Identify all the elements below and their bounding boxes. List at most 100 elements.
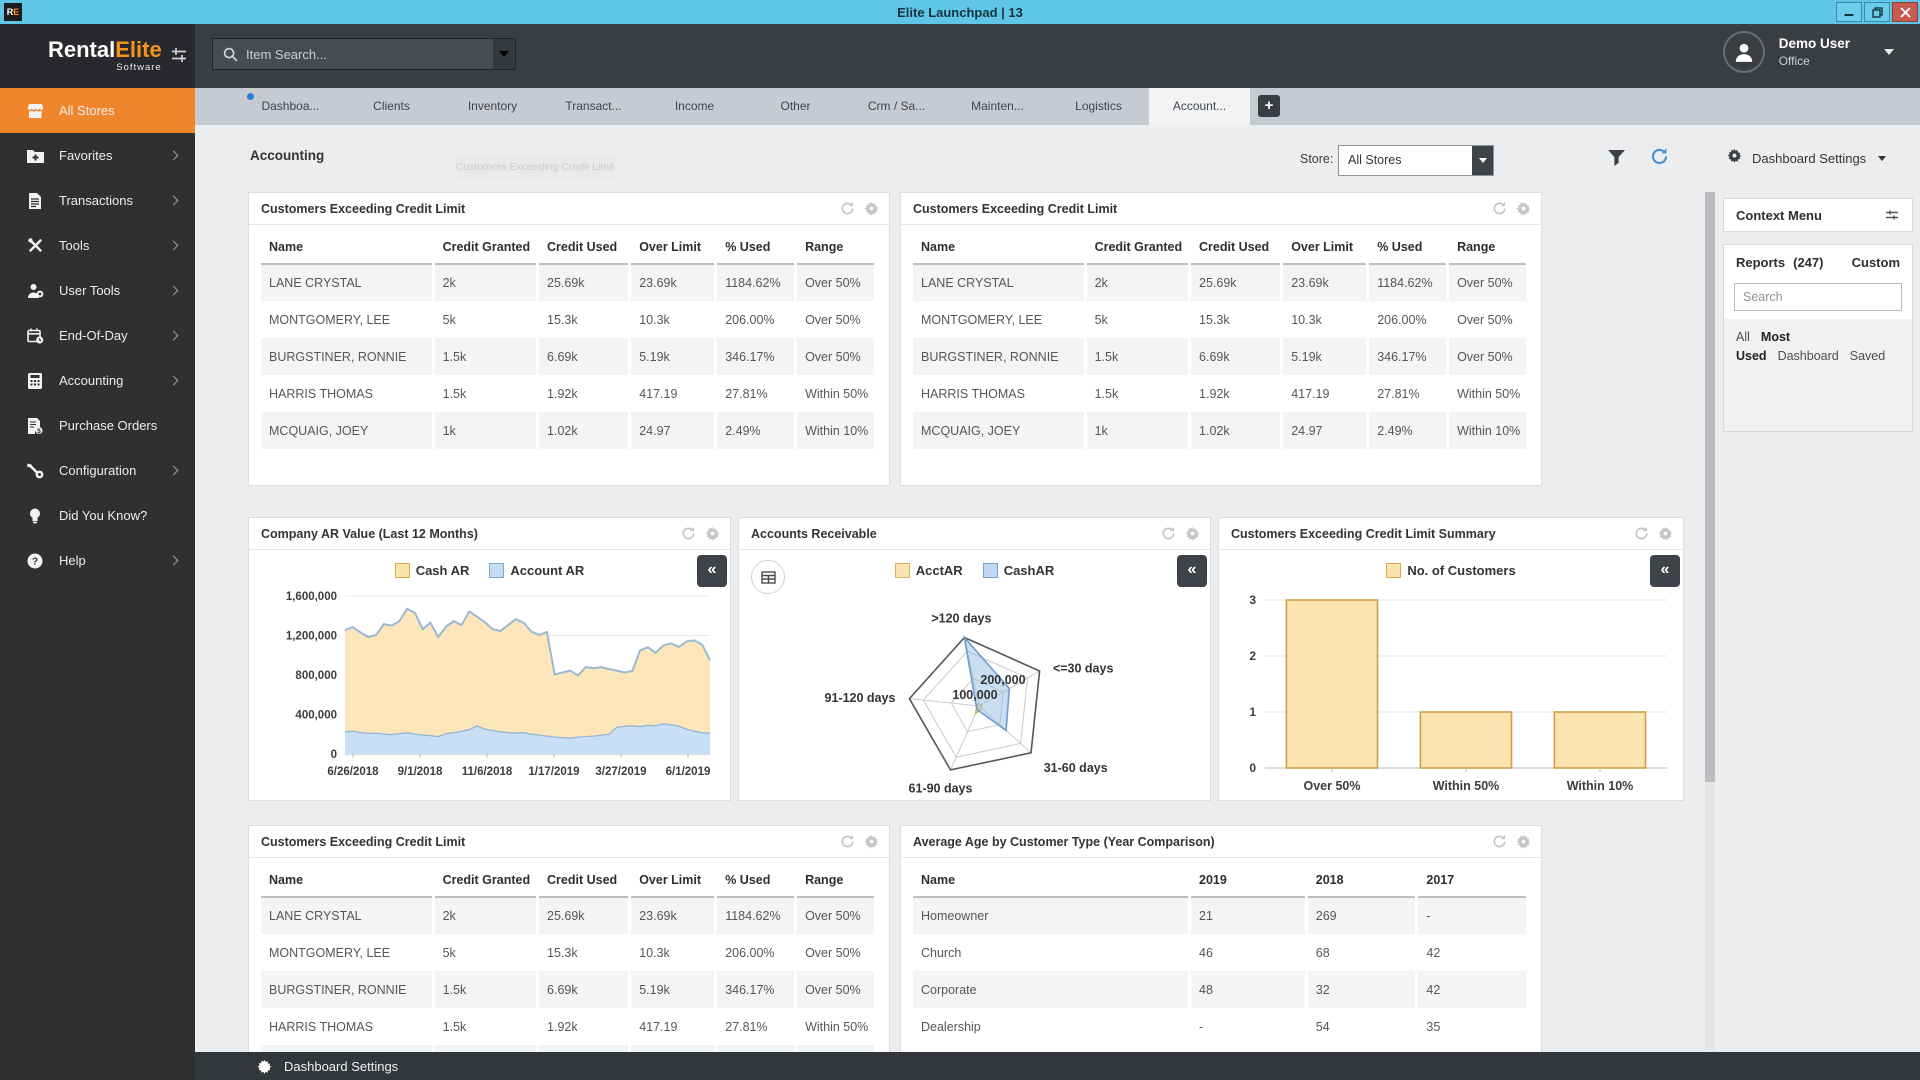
column-header[interactable]: % Used [715, 229, 798, 265]
tab-inventory[interactable]: Inventory [442, 88, 543, 125]
column-header[interactable]: Credit Used [1189, 229, 1284, 265]
column-header[interactable]: Credit Used [537, 862, 632, 898]
table-view-toggle-button[interactable] [751, 560, 785, 594]
table-row[interactable]: LANE CRYSTAL 2k 25.69k 23.69k 1184.62% Over 5… [261, 897, 877, 934]
table-row[interactable]: LANE CRYSTAL 2k 25.69k 23.69k 1184.62% Over 5… [913, 264, 1529, 301]
sidebar-item-did-you-know[interactable]: Did You Know? [0, 493, 195, 538]
table-row[interactable]: Church 46 68 42 [913, 934, 1529, 971]
context-menu-options-icon[interactable] [1884, 209, 1900, 221]
refresh-icon[interactable] [1650, 147, 1669, 166]
widget-refresh-icon[interactable] [840, 201, 855, 216]
store-select-button[interactable] [1472, 146, 1493, 175]
scrollbar-thumb[interactable] [1705, 192, 1715, 782]
column-header[interactable]: Range [795, 862, 877, 898]
dashboard-settings-gear-icon[interactable] [1727, 148, 1742, 163]
collapse-button[interactable]: « [1650, 555, 1680, 587]
filter-all[interactable]: All [1736, 330, 1750, 344]
widget-gear-icon[interactable] [864, 201, 879, 216]
tab-logistics[interactable]: Logistics [1048, 88, 1149, 125]
table-row[interactable]: Dealership -54 35 [913, 1008, 1529, 1045]
column-header[interactable]: Over Limit [629, 229, 718, 265]
table-row[interactable]: Homeowner 21 269- [913, 897, 1529, 934]
tab-account[interactable]: Account... [1149, 88, 1250, 125]
column-header[interactable]: Credit Granted [1085, 229, 1192, 265]
table-row[interactable]: LANE CRYSTAL 2k 25.69k 23.69k 1184.62% Over 5… [261, 264, 877, 301]
column-header[interactable]: 2018 [1306, 862, 1419, 898]
table-row[interactable]: HARRIS THOMAS 1.5k 1.92k 417.19 27.81% Within… [261, 375, 877, 412]
table-row[interactable]: HARRIS THOMAS 1.5k 1.92k 417.19 27.81% Within… [913, 375, 1529, 412]
column-header[interactable]: Name [261, 229, 435, 265]
column-header[interactable]: % Used [1367, 229, 1450, 265]
sidebar-toggle-icon[interactable] [170, 48, 188, 62]
column-header[interactable]: Credit Granted [433, 862, 540, 898]
widget-refresh-icon[interactable] [1492, 834, 1507, 849]
widget-refresh-icon[interactable] [1161, 526, 1176, 541]
table-row[interactable]: MCQUAIG, JOEY1k1.02k24.972.49%Within 10% [261, 412, 877, 449]
minimize-button[interactable] [1836, 2, 1862, 22]
column-header[interactable]: Credit Used [537, 229, 632, 265]
collapse-button[interactable]: « [1177, 555, 1207, 587]
reports-search-input[interactable] [1734, 283, 1902, 311]
column-header[interactable]: Over Limit [629, 862, 718, 898]
column-header[interactable]: Range [1447, 229, 1529, 265]
sidebar-item-user-tools[interactable]: User Tools [0, 268, 195, 313]
tab-mainten[interactable]: Mainten... [947, 88, 1048, 125]
table-row[interactable]: BURGSTINER, RONNIE 1.5k 6.69k 5.19k 346.17% O… [261, 338, 877, 375]
column-header[interactable]: 2019 [1189, 862, 1308, 898]
sidebar-item-tools[interactable]: Tools [0, 223, 195, 268]
dashboard-settings-gear-icon[interactable] [257, 1059, 272, 1074]
filter-saved[interactable]: Saved [1850, 349, 1885, 363]
table-row[interactable]: BURGSTINER, RONNIE 1.5k 6.69k 5.19k 346.17% O… [913, 338, 1529, 375]
dashboard-settings-button[interactable]: Dashboard Settings [1752, 151, 1866, 166]
tab-income[interactable]: Income [644, 88, 745, 125]
widget-refresh-icon[interactable] [681, 526, 696, 541]
widget-refresh-icon[interactable] [840, 834, 855, 849]
restore-button[interactable] [1864, 2, 1890, 22]
content-scrollbar[interactable] [1705, 192, 1715, 1050]
tab-dashboa[interactable]: Dashboa... [240, 88, 341, 125]
widget-refresh-icon[interactable] [1492, 201, 1507, 216]
sidebar-item-favorites[interactable]: Favorites [0, 133, 195, 178]
sidebar-item-purchase-orders[interactable]: $ Purchase Orders [0, 403, 195, 448]
sidebar-item-all-stores[interactable]: All Stores [0, 88, 195, 133]
bottom-dashboard-settings[interactable]: Dashboard Settings [284, 1059, 398, 1074]
tab-crm-sa[interactable]: Crm / Sa... [846, 88, 947, 125]
column-header[interactable]: Name [913, 229, 1087, 265]
tab-clients[interactable]: Clients [341, 88, 442, 125]
reports-tab[interactable]: Reports [1736, 255, 1785, 270]
filter-icon[interactable] [1608, 150, 1625, 166]
column-header[interactable]: 2017 [1416, 862, 1529, 898]
widget-refresh-icon[interactable] [1634, 526, 1649, 541]
table-row[interactable]: HARRIS THOMAS 1.5k 1.92k 417.19 27.81% Within… [261, 1008, 877, 1045]
table-row[interactable]: MCQUAIG, JOEY1k1.02k24.972.49%Within 10% [913, 412, 1529, 449]
sidebar-item-accounting[interactable]: Accounting [0, 358, 195, 403]
search-dropdown-button[interactable] [493, 39, 515, 69]
widget-gear-icon[interactable] [1658, 526, 1673, 541]
table-row[interactable]: Corporate 48 32 42 [913, 971, 1529, 1008]
table-row[interactable]: MONTGOMERY, LEE 5k 15.3k 10.3k 206.00% Over 5… [913, 301, 1529, 338]
column-header[interactable]: Range [795, 229, 877, 265]
column-header[interactable]: Name [913, 862, 1192, 898]
column-header[interactable]: Credit Granted [433, 229, 540, 265]
store-select[interactable]: All Stores [1338, 145, 1494, 176]
column-header[interactable]: Name [261, 862, 435, 898]
sidebar-item-configuration[interactable]: Configuration [0, 448, 195, 493]
table-row[interactable]: MONTGOMERY, LEE 5k 15.3k 10.3k 206.00% Over 5… [261, 301, 877, 338]
column-header[interactable]: Over Limit [1281, 229, 1370, 265]
sidebar-item-help[interactable]: ? Help [0, 538, 195, 583]
sidebar-item-end-of-day[interactable]: End-Of-Day [0, 313, 195, 358]
item-search-input[interactable] [244, 39, 493, 69]
column-header[interactable]: % Used [715, 862, 798, 898]
close-button[interactable] [1892, 2, 1918, 22]
custom-tab[interactable]: Custom [1852, 255, 1900, 270]
collapse-button[interactable]: « [697, 555, 727, 587]
table-row[interactable]: BURGSTINER, RONNIE 1.5k 6.69k 5.19k 346.17% O… [261, 971, 877, 1008]
widget-gear-icon[interactable] [1185, 526, 1200, 541]
widget-gear-icon[interactable] [864, 834, 879, 849]
table-row[interactable]: MONTGOMERY, LEE 5k 15.3k 10.3k 206.00% Over 5… [261, 934, 877, 971]
widget-gear-icon[interactable] [1516, 834, 1531, 849]
widget-gear-icon[interactable] [1516, 201, 1531, 216]
widget-gear-icon[interactable] [705, 526, 720, 541]
add-tab-button[interactable]: + [1258, 95, 1280, 117]
tab-other[interactable]: Other [745, 88, 846, 125]
